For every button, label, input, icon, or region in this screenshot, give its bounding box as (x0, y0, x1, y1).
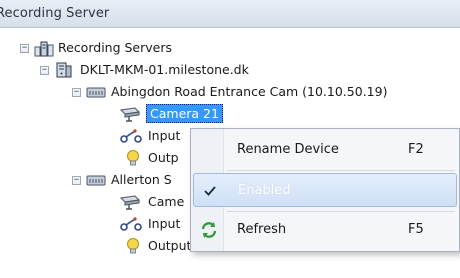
menu-item-label: Enabled (238, 183, 291, 198)
server-group-icon (33, 38, 55, 58)
collapse-toggle[interactable]: − (72, 176, 81, 185)
panel-header: Recording Server (0, 0, 460, 28)
menu-item-refresh[interactable]: Refresh F5 (193, 213, 457, 247)
menu-item-shortcut: F5 (408, 222, 424, 237)
checkmark-icon (200, 181, 220, 201)
collapse-toggle[interactable]: − (40, 66, 49, 75)
camera-icon (118, 104, 144, 124)
menu-item-label: Refresh (237, 222, 287, 237)
menu-item-label: Rename Device (237, 142, 339, 157)
input-icon (118, 126, 144, 146)
tree-node-label: Outp (148, 150, 179, 165)
output-lightbulb-icon (122, 236, 144, 256)
tree-node-label: Input (148, 128, 181, 143)
tree-node-label: DKLT-MKM-01.milestone.dk (80, 62, 249, 77)
tree-node-label: Camera 21 (146, 104, 223, 123)
tree-node-label: Abingdon Road Entrance Cam (10.10.50.19) (111, 84, 388, 99)
hardware-device-icon (85, 170, 107, 190)
menu-item-shortcut: F2 (408, 142, 424, 157)
refresh-icon (199, 220, 219, 240)
hardware-device-icon (85, 82, 107, 102)
collapse-toggle[interactable]: − (20, 44, 29, 53)
tree-node-label: Input (148, 216, 181, 231)
tree-node-label: Recording Servers (58, 40, 172, 55)
collapse-toggle[interactable]: − (72, 88, 81, 97)
tree-node-label: Allerton S (111, 172, 172, 187)
menu-item-rename-device[interactable]: Rename Device F2 (193, 133, 457, 167)
output-lightbulb-icon (122, 148, 144, 168)
recording-server-panel: Recording Server − Recording Servers − D… (0, 0, 460, 278)
panel-title: Recording Server (0, 6, 110, 21)
tree-node-recording-servers[interactable]: − Recording Servers (0, 38, 460, 58)
tree-node-server[interactable]: − DKLT-MKM-01.milestone.dk (0, 60, 460, 80)
tree-node-label: Came (148, 194, 185, 209)
menu-item-enabled[interactable]: Enabled (193, 173, 457, 207)
menu-separator (227, 211, 455, 212)
menu-separator (227, 170, 455, 171)
camera-icon (118, 192, 144, 212)
context-menu: Rename Device F2 Enabled Refresh F5 (190, 128, 460, 252)
input-icon (118, 214, 144, 234)
tree-node-camera[interactable]: Camera 21 (0, 104, 460, 124)
server-icon (53, 60, 75, 80)
tree-node-device-group-abingdon[interactable]: − Abingdon Road Entrance Cam (10.10.50.1… (0, 82, 460, 102)
